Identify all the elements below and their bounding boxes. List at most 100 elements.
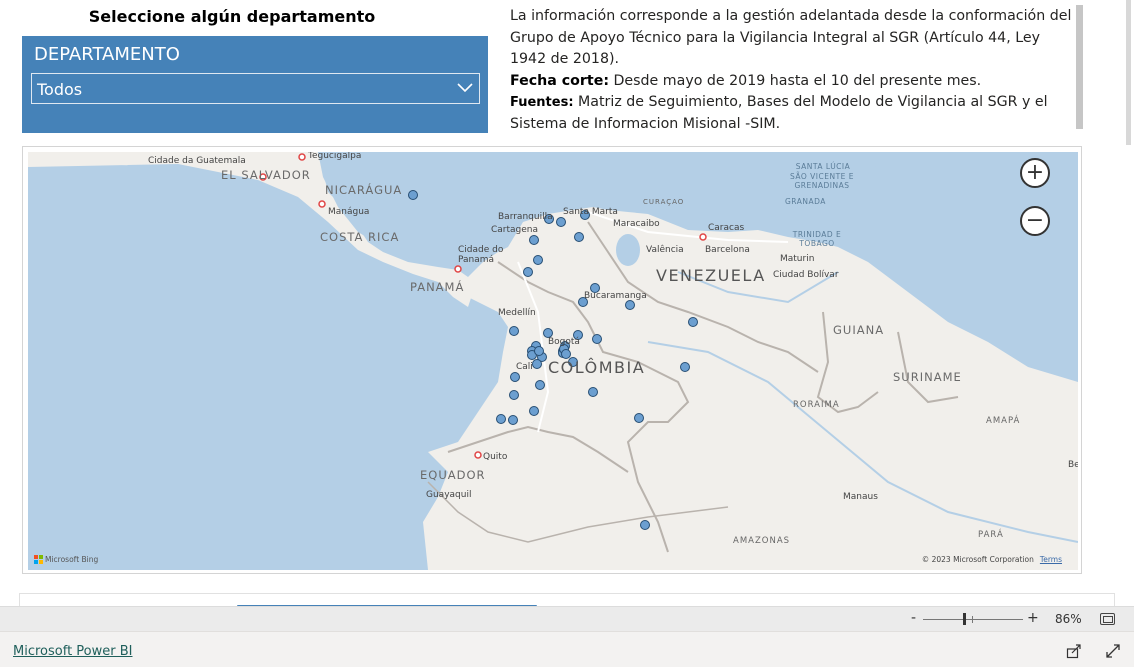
map-data-point[interactable] xyxy=(509,326,519,336)
map-data-point[interactable] xyxy=(592,334,602,344)
label-ciudad-bolivar: Ciudad Bolívar xyxy=(773,270,839,280)
map-data-point[interactable] xyxy=(640,520,650,530)
label-roraima: RORAIMA xyxy=(793,400,840,410)
label-el-salvador: EL SALVADOR xyxy=(221,168,311,182)
power-bi-report: Seleccione algún departamento DEPARTAMEN… xyxy=(0,0,1134,667)
map-data-point[interactable] xyxy=(408,190,418,200)
map-data-point[interactable] xyxy=(535,380,545,390)
capital-marker xyxy=(474,451,482,459)
departamento-dropdown[interactable]: Todos xyxy=(31,73,480,104)
pacific-ocean xyxy=(28,452,448,570)
label-bogota: Bogotá xyxy=(548,337,580,347)
label-equador: EQUADOR xyxy=(420,468,486,482)
label-panama-city: Cidade do Panamá xyxy=(458,245,504,265)
label-caracas: Caracas xyxy=(708,223,745,233)
label-santa-marta: Santa Marta xyxy=(563,207,618,217)
map-data-point[interactable] xyxy=(574,232,584,242)
label-barcelona: Barcelona xyxy=(705,245,750,255)
map-data-point[interactable] xyxy=(533,255,543,265)
label-sao-vicente: SÃO VICENTE E GRENADINAS xyxy=(789,172,855,190)
fuentes-text: Matriz de Seguimiento, Bases del Modelo … xyxy=(510,94,1048,132)
map-attribution: © 2023 Microsoft Corporation Terms xyxy=(922,555,1062,564)
map-data-point[interactable] xyxy=(523,267,533,277)
map-data-point[interactable] xyxy=(588,387,598,397)
fecha-corte-line: Fecha corte: Desde mayo de 2019 hasta el… xyxy=(510,71,1076,93)
bing-logo: Microsoft Bing xyxy=(34,555,98,564)
label-managua: Manágua xyxy=(328,207,370,217)
label-santa-lucia: SANTA LÚCIA xyxy=(795,162,851,171)
map-data-point[interactable] xyxy=(508,415,518,425)
fecha-corte-label: Fecha corte: xyxy=(510,72,609,89)
label-guayaquil: Guayaquil xyxy=(426,490,472,500)
capital-marker xyxy=(454,265,462,273)
zoom-slider-tick xyxy=(972,616,973,623)
label-amazonas: AMAZONAS xyxy=(733,536,791,546)
microsoft-logo-icon xyxy=(34,555,43,564)
slicer-title: Seleccione algún departamento xyxy=(88,7,376,26)
label-tegucigalpa: Tegucigalpa xyxy=(308,152,362,161)
bing-map[interactable]: Cidade da Guatemala Tegucigalpa EL SALVA… xyxy=(28,152,1078,570)
zoom-out-button[interactable]: − xyxy=(1020,206,1050,236)
map-data-point[interactable] xyxy=(496,414,506,424)
fit-to-page-icon[interactable] xyxy=(1100,613,1115,625)
bing-label: Microsoft Bing xyxy=(45,555,99,564)
departamento-slicer: DEPARTAMENTO Todos xyxy=(22,36,488,133)
copyright-text: © 2023 Microsoft Corporation xyxy=(921,555,1034,564)
map-data-point[interactable] xyxy=(529,406,539,416)
label-medellin: Medellín xyxy=(498,308,536,318)
info-scrollbar[interactable] xyxy=(1076,5,1083,129)
zoom-minus-button[interactable]: - xyxy=(911,610,916,626)
label-cali: Cali xyxy=(516,362,533,372)
label-maracaibo: Maracaibo xyxy=(613,219,660,229)
footer-bar: Microsoft Power BI xyxy=(0,631,1134,667)
zoom-slider-thumb[interactable] xyxy=(963,613,966,625)
page-scrollbar[interactable] xyxy=(1126,0,1131,145)
info-paragraph: La información corresponde a la gestión … xyxy=(510,8,1072,67)
zoom-percent: 86% xyxy=(1055,612,1082,626)
chevron-down-icon xyxy=(457,83,473,93)
label-curacao: CURAÇAO xyxy=(643,198,685,206)
share-icon[interactable] xyxy=(1066,643,1082,659)
map-data-point[interactable] xyxy=(532,359,542,369)
fuentes-label: Fuentes: xyxy=(510,95,574,110)
label-bucaramanga: Bucaramanga xyxy=(584,291,647,301)
label-para: PARÁ xyxy=(978,530,1004,540)
map-data-point[interactable] xyxy=(634,413,644,423)
zoom-plus-button[interactable]: + xyxy=(1027,610,1039,626)
label-venezuela: VENEZUELA xyxy=(656,266,766,285)
map-data-point[interactable] xyxy=(556,217,566,227)
map-data-point[interactable] xyxy=(509,390,519,400)
terms-link[interactable]: Terms xyxy=(1040,555,1062,564)
map-data-point[interactable] xyxy=(625,300,635,310)
capital-marker xyxy=(298,153,306,161)
map-data-point[interactable] xyxy=(688,317,698,327)
zoom-bar: - + 86% xyxy=(0,606,1134,631)
capital-marker xyxy=(318,200,326,208)
map-data-point[interactable] xyxy=(510,372,520,382)
info-textbox: La información corresponde a la gestión … xyxy=(510,6,1076,135)
label-nicaragua: NICARÁGUA xyxy=(325,183,403,197)
power-bi-link[interactable]: Microsoft Power BI xyxy=(13,644,132,659)
label-colombia: COLÔMBIA xyxy=(548,358,646,377)
map-data-point[interactable] xyxy=(534,346,544,356)
label-valencia: Valência xyxy=(646,245,684,255)
label-manaus: Manaus xyxy=(843,492,878,502)
label-be: Be xyxy=(1068,460,1078,470)
label-amapa: AMAPÁ xyxy=(986,416,1021,426)
label-granada: GRANADA xyxy=(785,197,826,206)
fuentes-line: Fuentes: Matriz de Seguimiento, Bases de… xyxy=(510,92,1076,135)
zoom-in-button[interactable]: + xyxy=(1020,158,1050,188)
map-data-point[interactable] xyxy=(529,235,539,245)
label-quito: Quito xyxy=(483,452,508,462)
label-trinidad: TRINIDAD E TOBAGO xyxy=(792,230,842,248)
zoom-slider-track[interactable] xyxy=(923,619,1023,620)
label-costa-rica: COSTA RICA xyxy=(320,230,400,244)
label-panama: PANAMÁ xyxy=(410,280,465,294)
label-guatemala: Cidade da Guatemala xyxy=(148,156,246,166)
fullscreen-icon[interactable] xyxy=(1105,643,1121,659)
capital-marker xyxy=(699,233,707,241)
label-barranquilla: Barranquilla xyxy=(498,212,553,222)
map-data-point[interactable] xyxy=(680,362,690,372)
label-suriname: SURINAME xyxy=(893,370,962,384)
dropdown-selected-value: Todos xyxy=(37,80,83,99)
